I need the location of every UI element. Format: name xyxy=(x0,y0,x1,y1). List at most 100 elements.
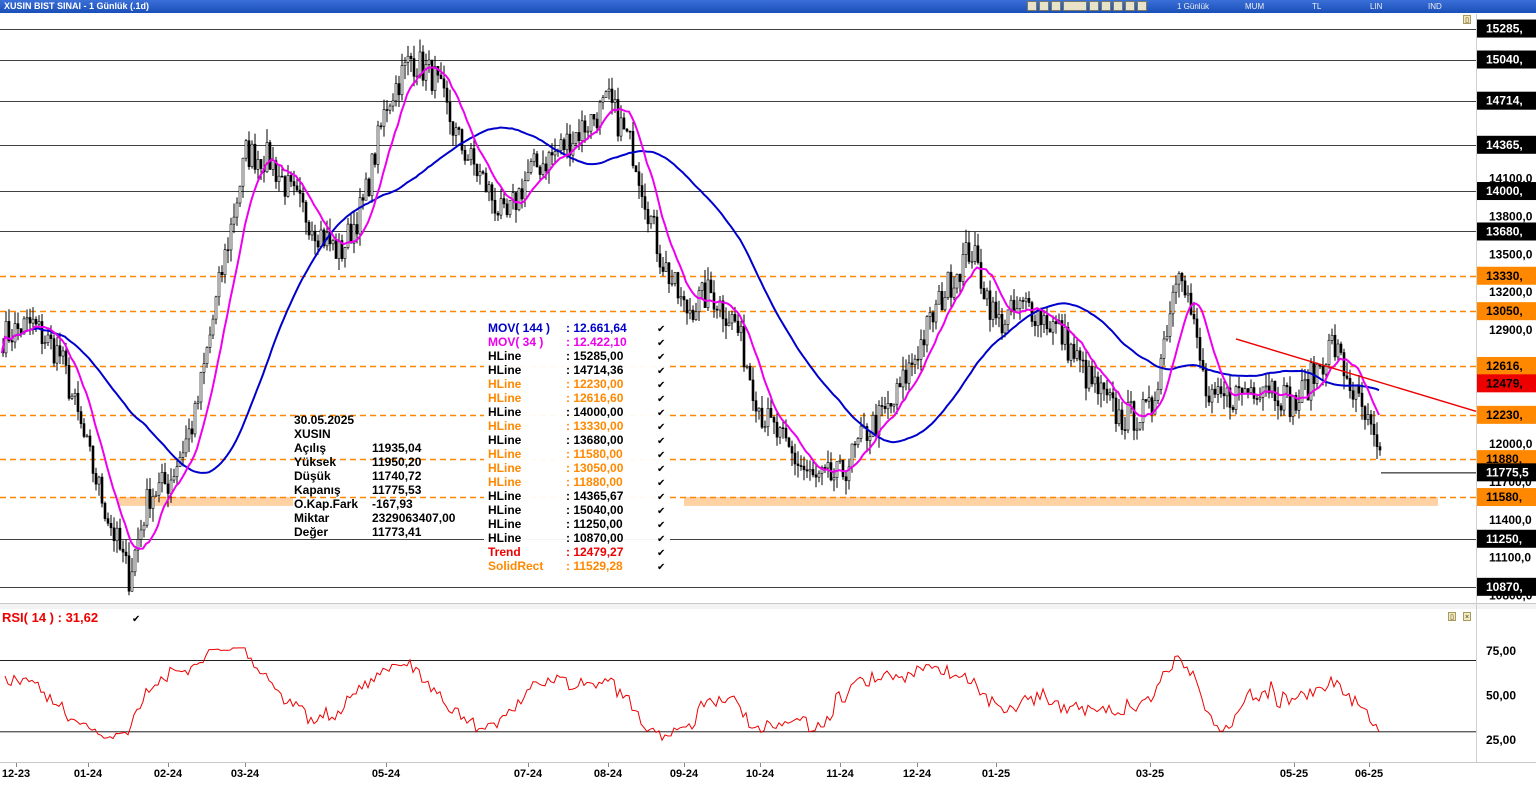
candle xyxy=(1372,423,1376,435)
legend-check-icon: ✔ xyxy=(657,366,665,377)
candle xyxy=(292,181,296,187)
candle xyxy=(301,193,305,203)
candle xyxy=(148,488,152,509)
y-axis-label: 11100,0 xyxy=(1489,551,1531,565)
info-row-value: 11775,53 xyxy=(372,483,422,497)
info-row-label: Değer xyxy=(294,525,328,539)
indicator-selector[interactable]: IND xyxy=(1428,0,1442,13)
candle xyxy=(979,262,983,289)
candle xyxy=(283,176,287,197)
legend-value: : 13680,00 xyxy=(566,433,624,447)
candle xyxy=(391,100,395,107)
candle xyxy=(94,473,98,485)
candle xyxy=(1039,309,1043,326)
candle xyxy=(538,166,542,175)
candle xyxy=(361,197,365,201)
draw-icon[interactable] xyxy=(1125,1,1135,11)
candle xyxy=(367,178,371,197)
price-tag-label: 12616, xyxy=(1486,359,1523,373)
legend-name: MOV( 34 ) xyxy=(488,335,543,349)
legend-check-icon: ✔ xyxy=(657,548,665,559)
dropdown-icon[interactable] xyxy=(1137,1,1147,11)
candle xyxy=(34,318,38,325)
candle xyxy=(817,472,821,478)
candle xyxy=(679,296,683,299)
price-chart-svg[interactable]: 14100,013800,013500,013200,012900,012000… xyxy=(0,13,1536,782)
chart-style-selector[interactable]: MUM xyxy=(1245,0,1264,13)
candle xyxy=(1084,359,1088,389)
candle xyxy=(784,428,788,439)
chart-settings-icon[interactable] xyxy=(1027,1,1037,11)
candle xyxy=(562,139,566,151)
candle xyxy=(82,423,86,437)
candle xyxy=(1168,313,1172,337)
candle xyxy=(1339,343,1343,353)
candle xyxy=(655,216,659,255)
candle xyxy=(664,262,668,272)
price-tag-label: 14365, xyxy=(1486,138,1523,152)
candle xyxy=(118,527,122,550)
zoom-icon[interactable] xyxy=(1101,1,1111,11)
x-axis-label: 08-24 xyxy=(594,768,623,780)
candle xyxy=(604,91,608,98)
x-axis-label: 02-24 xyxy=(154,768,183,780)
candle xyxy=(1006,309,1010,325)
candle xyxy=(1303,379,1307,382)
period-selector[interactable]: 1 Günlük xyxy=(1177,0,1209,13)
candle xyxy=(313,230,317,242)
candle xyxy=(385,109,389,111)
price-tag-label: 15040, xyxy=(1486,53,1523,67)
candle xyxy=(1369,414,1373,425)
indicator-icon[interactable] xyxy=(1113,1,1123,11)
candle xyxy=(25,317,29,320)
legend-value: : 11580,00 xyxy=(566,447,623,461)
candle xyxy=(766,408,770,428)
candle xyxy=(940,291,944,311)
candle xyxy=(1363,406,1367,420)
candle xyxy=(532,153,536,163)
candle xyxy=(46,334,50,343)
candle xyxy=(1315,363,1319,384)
grid-icon[interactable] xyxy=(1089,1,1099,11)
price-tag-label: 11775,5 xyxy=(1486,465,1529,479)
candle xyxy=(184,438,188,454)
candle xyxy=(394,83,398,102)
candle xyxy=(850,443,854,468)
candle xyxy=(904,369,908,384)
copy-icon[interactable] xyxy=(1039,1,1049,11)
candle xyxy=(1072,343,1076,359)
candle xyxy=(316,240,320,248)
legend-value: : 12479,27 xyxy=(566,545,624,559)
print-icon[interactable] xyxy=(1051,1,1061,11)
candle xyxy=(481,171,485,174)
template-icon[interactable] xyxy=(1063,1,1087,11)
candle xyxy=(286,175,290,197)
candle xyxy=(964,242,968,255)
candle xyxy=(487,184,491,193)
candle xyxy=(460,129,464,151)
y-axis-label: 13200,0 xyxy=(1489,285,1533,299)
candle xyxy=(472,148,476,165)
candle xyxy=(823,467,827,469)
candle xyxy=(91,446,95,474)
candle xyxy=(52,338,56,364)
legend-value: : 10870,00 xyxy=(566,531,624,545)
candle xyxy=(190,428,194,435)
candle xyxy=(1204,369,1208,397)
candle xyxy=(1081,359,1085,362)
candle xyxy=(181,452,185,458)
candle xyxy=(577,132,581,142)
chart-area[interactable]: 14100,0 13800,0 13500,0 13200,0 12900,0 12000… xyxy=(0,13,1536,782)
price-tag-label: 12479, xyxy=(1486,376,1523,390)
legend-check-icon: ✔ xyxy=(657,520,665,531)
candle xyxy=(1033,321,1037,326)
candle xyxy=(253,143,257,170)
candle xyxy=(976,245,980,263)
candle xyxy=(694,311,698,320)
scale-selector[interactable]: LIN xyxy=(1370,0,1382,13)
currency-selector[interactable]: TL xyxy=(1312,0,1321,13)
candle xyxy=(343,247,347,259)
candle xyxy=(31,318,35,324)
candle xyxy=(1276,400,1280,407)
candle xyxy=(1288,386,1292,417)
